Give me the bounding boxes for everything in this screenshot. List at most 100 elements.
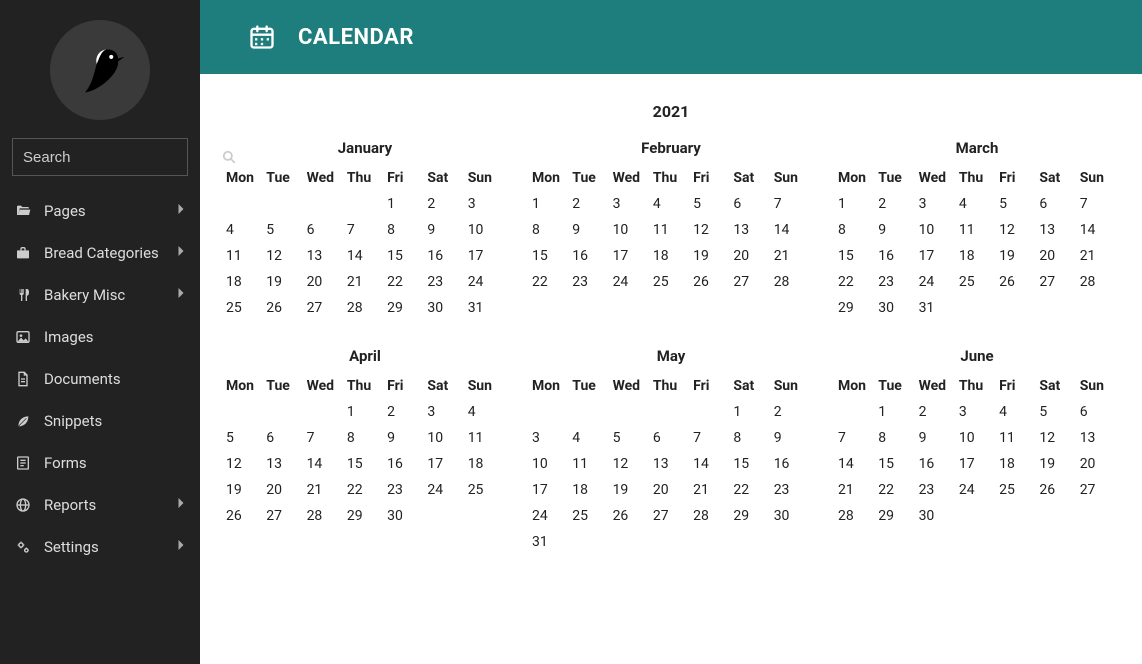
day-cell[interactable]: 6 <box>651 425 691 451</box>
day-cell[interactable]: 13 <box>651 451 691 477</box>
day-cell[interactable]: 28 <box>1078 269 1118 295</box>
day-cell[interactable]: 26 <box>264 295 304 321</box>
day-cell[interactable]: 20 <box>1037 243 1077 269</box>
day-cell[interactable]: 14 <box>691 451 731 477</box>
sidebar-item-forms[interactable]: Forms <box>0 442 200 484</box>
day-cell[interactable]: 25 <box>957 269 997 295</box>
day-cell[interactable]: 19 <box>691 243 731 269</box>
day-cell[interactable]: 18 <box>997 451 1037 477</box>
sidebar-item-images[interactable]: Images <box>0 316 200 358</box>
day-cell[interactable]: 30 <box>876 295 916 321</box>
day-cell[interactable]: 19 <box>264 269 304 295</box>
day-cell[interactable]: 3 <box>957 399 997 425</box>
day-cell[interactable]: 25 <box>466 477 506 503</box>
day-cell[interactable]: 27 <box>264 503 304 529</box>
day-cell[interactable]: 23 <box>385 477 425 503</box>
day-cell[interactable]: 25 <box>997 477 1037 503</box>
day-cell[interactable]: 5 <box>1037 399 1077 425</box>
day-cell[interactable]: 7 <box>345 217 385 243</box>
day-cell[interactable]: 20 <box>264 477 304 503</box>
day-cell[interactable]: 13 <box>731 217 771 243</box>
day-cell[interactable]: 9 <box>876 217 916 243</box>
day-cell[interactable]: 13 <box>1037 217 1077 243</box>
day-cell[interactable]: 20 <box>731 243 771 269</box>
day-cell[interactable]: 22 <box>530 269 570 295</box>
day-cell[interactable]: 17 <box>466 243 506 269</box>
day-cell[interactable]: 29 <box>731 503 771 529</box>
day-cell[interactable]: 7 <box>691 425 731 451</box>
logo[interactable] <box>0 0 200 138</box>
day-cell[interactable]: 18 <box>957 243 997 269</box>
day-cell[interactable]: 26 <box>224 503 264 529</box>
sidebar-item-bakery-misc[interactable]: Bakery Misc <box>0 274 200 316</box>
day-cell[interactable]: 20 <box>305 269 345 295</box>
day-cell[interactable]: 3 <box>611 191 651 217</box>
day-cell[interactable]: 25 <box>651 269 691 295</box>
day-cell[interactable]: 10 <box>917 217 957 243</box>
day-cell[interactable]: 3 <box>425 399 465 425</box>
day-cell[interactable]: 24 <box>425 477 465 503</box>
day-cell[interactable]: 16 <box>772 451 812 477</box>
day-cell[interactable]: 2 <box>876 191 916 217</box>
day-cell[interactable]: 30 <box>385 503 425 529</box>
day-cell[interactable]: 30 <box>425 295 465 321</box>
day-cell[interactable]: 17 <box>425 451 465 477</box>
day-cell[interactable]: 25 <box>224 295 264 321</box>
day-cell[interactable]: 27 <box>651 503 691 529</box>
day-cell[interactable]: 6 <box>264 425 304 451</box>
day-cell[interactable]: 24 <box>611 269 651 295</box>
day-cell[interactable]: 29 <box>836 295 876 321</box>
sidebar-item-reports[interactable]: Reports <box>0 484 200 526</box>
day-cell[interactable]: 16 <box>385 451 425 477</box>
day-cell[interactable]: 9 <box>570 217 610 243</box>
day-cell[interactable]: 6 <box>731 191 771 217</box>
day-cell[interactable]: 12 <box>997 217 1037 243</box>
day-cell[interactable]: 24 <box>466 269 506 295</box>
day-cell[interactable]: 8 <box>731 425 771 451</box>
day-cell[interactable]: 22 <box>731 477 771 503</box>
day-cell[interactable]: 7 <box>772 191 812 217</box>
day-cell[interactable]: 11 <box>570 451 610 477</box>
day-cell[interactable]: 27 <box>1037 269 1077 295</box>
day-cell[interactable]: 21 <box>772 243 812 269</box>
day-cell[interactable]: 24 <box>957 477 997 503</box>
day-cell[interactable]: 30 <box>772 503 812 529</box>
day-cell[interactable]: 26 <box>691 269 731 295</box>
day-cell[interactable]: 2 <box>570 191 610 217</box>
day-cell[interactable]: 14 <box>772 217 812 243</box>
day-cell[interactable]: 31 <box>917 295 957 321</box>
day-cell[interactable]: 27 <box>731 269 771 295</box>
day-cell[interactable]: 16 <box>570 243 610 269</box>
day-cell[interactable]: 2 <box>425 191 465 217</box>
search-box[interactable] <box>12 138 188 176</box>
day-cell[interactable]: 17 <box>917 243 957 269</box>
day-cell[interactable]: 21 <box>691 477 731 503</box>
day-cell[interactable]: 15 <box>345 451 385 477</box>
day-cell[interactable]: 21 <box>836 477 876 503</box>
day-cell[interactable]: 17 <box>530 477 570 503</box>
day-cell[interactable]: 9 <box>772 425 812 451</box>
day-cell[interactable]: 8 <box>345 425 385 451</box>
day-cell[interactable]: 27 <box>305 295 345 321</box>
day-cell[interactable]: 3 <box>917 191 957 217</box>
day-cell[interactable]: 7 <box>305 425 345 451</box>
day-cell[interactable]: 22 <box>836 269 876 295</box>
day-cell[interactable]: 28 <box>305 503 345 529</box>
day-cell[interactable]: 12 <box>611 451 651 477</box>
day-cell[interactable]: 25 <box>570 503 610 529</box>
day-cell[interactable]: 5 <box>264 217 304 243</box>
day-cell[interactable]: 6 <box>305 217 345 243</box>
day-cell[interactable]: 5 <box>997 191 1037 217</box>
day-cell[interactable]: 3 <box>466 191 506 217</box>
day-cell[interactable]: 11 <box>651 217 691 243</box>
day-cell[interactable]: 11 <box>957 217 997 243</box>
day-cell[interactable]: 16 <box>425 243 465 269</box>
day-cell[interactable]: 3 <box>530 425 570 451</box>
day-cell[interactable]: 18 <box>651 243 691 269</box>
day-cell[interactable]: 23 <box>772 477 812 503</box>
day-cell[interactable]: 13 <box>264 451 304 477</box>
day-cell[interactable]: 15 <box>385 243 425 269</box>
day-cell[interactable]: 4 <box>570 425 610 451</box>
day-cell[interactable]: 11 <box>997 425 1037 451</box>
day-cell[interactable]: 4 <box>957 191 997 217</box>
